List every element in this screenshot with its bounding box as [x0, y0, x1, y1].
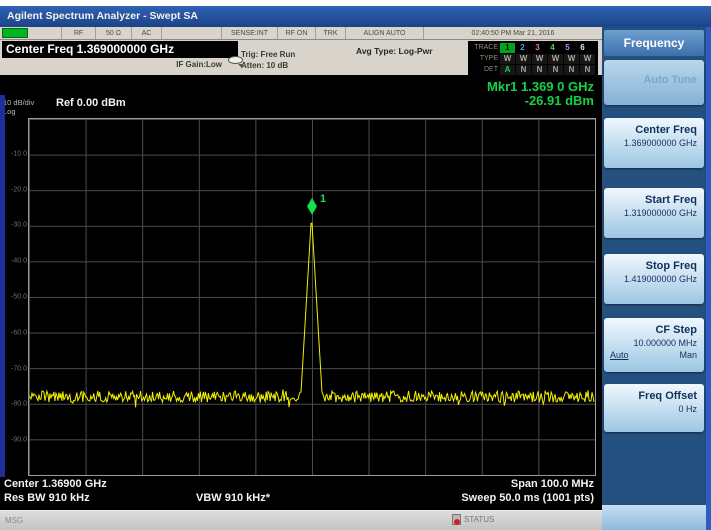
cf-step-man-option[interactable]: Man [679, 349, 697, 361]
measurement-bar: Center Freq 1.369000000 GHz IF Gain:Low … [0, 40, 602, 75]
status-segment [162, 27, 222, 39]
trace-4-indicator: 4 [545, 43, 560, 53]
cf-step-label: CF Step [610, 324, 697, 337]
trace-1-indicator: 1 [500, 43, 515, 53]
trace-type: W [580, 54, 595, 64]
status-segment-impedance: 50 Ω [96, 27, 132, 39]
y-tick-label: -80.0 [11, 401, 27, 408]
det-row-label: DET [468, 66, 500, 73]
y-tick-label: -70.0 [11, 365, 27, 372]
marker-1-number-label: 1 [320, 193, 326, 205]
trace-3-indicator: 3 [530, 43, 545, 53]
freq-offset-label: Freq Offset [610, 390, 697, 403]
type-row-label: TYPE [468, 55, 500, 62]
status-segment-coupling: AC [132, 27, 162, 39]
sidebar-edge-strip [706, 27, 711, 530]
auto-tune-label: Auto Tune [610, 66, 697, 87]
status-segment-trk: TRK [316, 27, 346, 39]
cf-step-value: 10.000000 MHz [610, 337, 697, 349]
trace-5-indicator: 5 [560, 43, 575, 53]
trigger-atten-labels: Trig: Free Run Atten: 10 dB [241, 49, 295, 71]
y-tick-label: -30.0 [11, 222, 27, 229]
status-segment-rf-on: RF ON [278, 27, 316, 39]
annot-res-bw: Res BW 910 kHz [4, 492, 90, 504]
instrument-status-bar: RF 50 Ω AC SENSE:INT RF ON TRK ALIGN AUT… [0, 27, 602, 40]
softkey-stop-freq[interactable]: Stop Freq 1.419000000 GHz [604, 254, 704, 304]
y-tick-label: -60.0 [11, 329, 27, 336]
msg-bar[interactable]: MSG [5, 516, 23, 525]
softkey-auto-tune[interactable]: Auto Tune [604, 60, 704, 105]
scale-per-div-label: 10 dB/div [3, 98, 34, 107]
status-segment-rf: RF [62, 27, 96, 39]
trace-det: N [580, 65, 595, 75]
trace-type: W [564, 54, 579, 64]
center-freq-readout[interactable]: Center Freq 1.369000000 GHz [2, 41, 238, 58]
screen: Agilent Spectrum Analyzer - Swept SA RF … [0, 0, 711, 530]
status-segment-align: ALIGN AUTO [346, 27, 424, 39]
trace-2-indicator: 2 [515, 43, 530, 53]
annot-span: Span 100.0 MHz [511, 478, 594, 490]
status-led-icon [2, 28, 28, 38]
softkey-freq-offset[interactable]: Freq Offset 0 Hz [604, 384, 704, 432]
stop-freq-value: 1.419000000 GHz [610, 273, 697, 285]
window-title-bar: Agilent Spectrum Analyzer - Swept SA [0, 6, 711, 27]
trace-det: N [548, 65, 563, 75]
annot-vbw: VBW 910 kHz* [196, 492, 270, 504]
y-tick-label: -40.0 [11, 258, 27, 265]
status-alert-icon [452, 514, 461, 525]
spectrum-trace-svg: 1 [29, 119, 595, 475]
status-datetime: 02:40:50 PM Mar 21, 2016 [424, 27, 602, 39]
annot-sweep: Sweep 50.0 ms (1001 pts) [461, 492, 594, 504]
marker-freq: Mkr1 1.369 0 GHz [487, 80, 594, 94]
y-tick-label: -20.0 [11, 186, 27, 193]
softkey-start-freq[interactable]: Start Freq 1.319000000 GHz [604, 188, 704, 238]
marker-1-diamond-icon[interactable] [307, 198, 317, 215]
y-axis-tick-labels: -10.0 -20.0 -30.0 -40.0 -50.0 -60.0 -70.0 -80.0… [2, 118, 27, 476]
trace-type: W [516, 54, 531, 64]
menu-title-frequency: Frequency [604, 30, 704, 56]
trace-det: N [516, 65, 531, 75]
start-freq-label: Start Freq [610, 194, 697, 207]
marker-readout: Mkr1 1.369 0 GHz -26.91 dBm [487, 80, 594, 108]
status-bar-button[interactable]: STATUS [452, 514, 494, 525]
trace-type: W [548, 54, 563, 64]
cf-step-auto-option[interactable]: Auto [610, 349, 629, 361]
y-tick-label: -10.0 [11, 150, 27, 157]
y-tick-label: -90.0 [11, 437, 27, 444]
status-segment-sense: SENSE:INT [222, 27, 278, 39]
annot-center-freq: Center 1.36900 GHz [4, 478, 107, 490]
stop-freq-label: Stop Freq [610, 260, 697, 273]
if-gain-label: IF Gain:Low [0, 60, 222, 69]
trace-status-block: TRACE 1 2 3 4 5 6 TYPE W W W W W W [468, 41, 598, 78]
trigger-label: Trig: Free Run [241, 49, 295, 60]
marker-amplitude: -26.91 dBm [487, 94, 594, 108]
trace-type: W [532, 54, 547, 64]
center-freq-value: 1.369000000 GHz [610, 137, 697, 149]
trace-6-indicator: 6 [575, 43, 590, 53]
window-title: Agilent Spectrum Analyzer - Swept SA [7, 10, 198, 22]
ref-level-label: Ref 0.00 dBm [56, 97, 126, 109]
trace-det: N [532, 65, 547, 75]
spectrum-plot-grid: 1 [28, 118, 596, 476]
trace-det: N [564, 65, 579, 75]
y-tick-label: -50.0 [11, 294, 27, 301]
start-freq-value: 1.319000000 GHz [610, 207, 697, 219]
analyzer-display: Center Freq 1.369000000 GHz IF Gain:Low … [0, 40, 602, 510]
freq-offset-value: 0 Hz [610, 403, 697, 415]
status-label: STATUS [464, 515, 494, 524]
os-taskbar: MSG STATUS [0, 510, 602, 530]
trace-det: A [500, 65, 515, 75]
status-segment [28, 27, 62, 39]
softkey-menu: Frequency Auto Tune Center Freq 1.369000… [602, 27, 711, 530]
softkey-center-freq[interactable]: Center Freq 1.369000000 GHz [604, 118, 704, 168]
atten-label: Atten: 10 dB [241, 60, 295, 71]
center-freq-label: Center Freq [610, 124, 697, 137]
trace-type: W [500, 54, 515, 64]
softkey-cf-step[interactable]: CF Step 10.000000 MHz Auto Man [604, 318, 704, 372]
avg-type-label: Avg Type: Log-Pwr [356, 46, 433, 56]
trace-row-label: TRACE [468, 44, 500, 51]
sidebar-bottom-strip [602, 505, 706, 530]
